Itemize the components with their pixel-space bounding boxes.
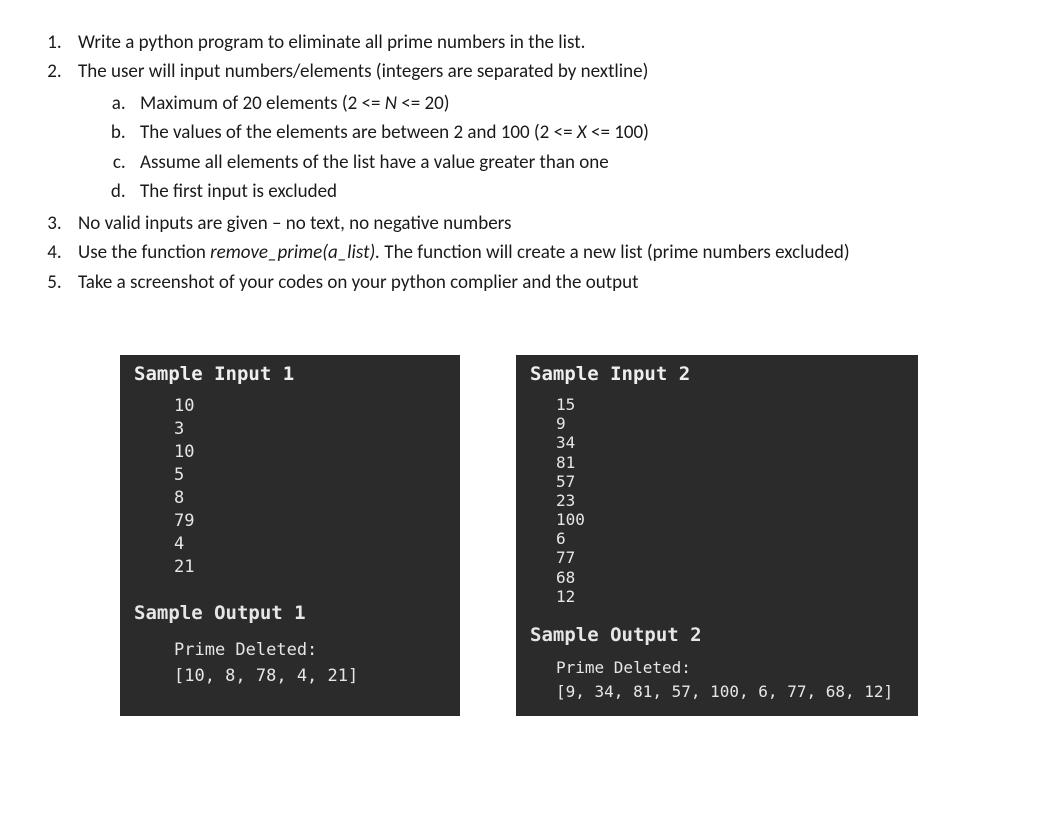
instruction-item: The user will input numbers/elements (in… [66, 57, 1035, 206]
sample-output-2-block: Prime Deleted: [9, 34, 81, 57, 100, 6, 7… [516, 652, 918, 716]
sub-instruction-item-b: The values of the elements are between 2… [130, 118, 1035, 147]
instruction-item: Write a python program to eliminate all … [66, 28, 1035, 57]
sample-output-2-title: Sample Output 2 [516, 610, 918, 652]
instruction-text: The user will input numbers/elements (in… [78, 60, 648, 83]
code-line: 21 [174, 556, 460, 579]
code-line: 34 [556, 433, 918, 452]
instruction-item: Take a screenshot of your codes on your … [66, 268, 1035, 297]
sub-instruction-item-a: Maximum of 20 elements (2 <= N <= 20) [130, 89, 1035, 118]
code-line: 10 [174, 441, 460, 464]
output-list: [10, 8, 78, 4, 21] [174, 664, 460, 690]
code-line: 15 [556, 395, 918, 414]
sample-input-1-title: Sample Input 1 [120, 355, 460, 395]
code-line: 6 [556, 529, 918, 548]
sample-2-box: Sample Input 2 15 9 34 81 57 23 100 6 77… [516, 355, 918, 716]
instruction-list: Write a python program to eliminate all … [24, 28, 1035, 297]
output-label: Prime Deleted: [556, 656, 918, 680]
code-line: 100 [556, 510, 918, 529]
code-line: 5 [174, 464, 460, 487]
instruction-item: Use the function remove_prime(a_list). T… [66, 238, 1035, 267]
code-line: 10 [174, 395, 460, 418]
code-line: 79 [174, 510, 460, 533]
sample-output-1-block: Prime Deleted: [10, 8, 78, 4, 21] [120, 630, 460, 703]
code-line: 3 [174, 418, 460, 441]
output-list: [9, 34, 81, 57, 100, 6, 77, 68, 12] [556, 680, 918, 704]
i4-pre: Use the function [78, 241, 210, 264]
sample-output-1-title: Sample Output 1 [120, 582, 460, 630]
sub-instruction-item-c: Assume all elements of the list have a v… [130, 148, 1035, 177]
instruction-item: No valid inputs are given – no text, no … [66, 209, 1035, 238]
sub-text: The values of the elements are between 2… [140, 121, 649, 144]
i4-fn: remove_prime(a_list). [210, 241, 380, 264]
sample-input-2-title: Sample Input 2 [516, 355, 918, 395]
code-line: 8 [174, 487, 460, 510]
samples-row: Sample Input 1 10 3 10 5 8 79 4 21 Sampl… [120, 355, 1035, 716]
code-line: 4 [174, 533, 460, 556]
code-line: 77 [556, 548, 918, 567]
i4-post: The function will create a new list (pri… [380, 241, 850, 264]
code-line: 23 [556, 491, 918, 510]
sub-instruction-list: Maximum of 20 elements (2 <= N <= 20) Th… [78, 89, 1035, 207]
sample-input-1-lines: 10 3 10 5 8 79 4 21 [120, 395, 460, 583]
code-line: 12 [556, 587, 918, 606]
sub-instruction-item-d: The first input is excluded [130, 177, 1035, 206]
sub-text: Maximum of 20 elements (2 <= N <= 20) [140, 92, 450, 115]
code-line: 9 [556, 414, 918, 433]
sample-input-2-lines: 15 9 34 81 57 23 100 6 77 68 12 [516, 395, 918, 610]
output-label: Prime Deleted: [174, 638, 460, 664]
sample-1-box: Sample Input 1 10 3 10 5 8 79 4 21 Sampl… [120, 355, 460, 716]
code-line: 68 [556, 568, 918, 587]
code-line: 81 [556, 453, 918, 472]
code-line: 57 [556, 472, 918, 491]
